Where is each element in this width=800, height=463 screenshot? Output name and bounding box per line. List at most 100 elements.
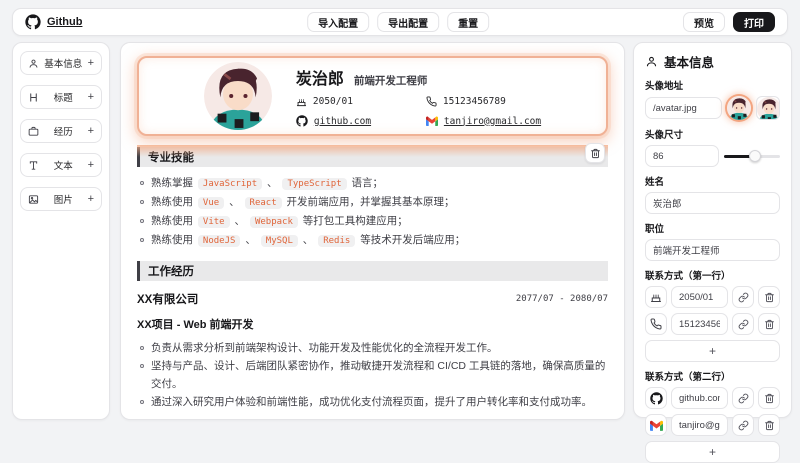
bullet-dot bbox=[140, 200, 144, 204]
brand[interactable]: Github bbox=[25, 14, 82, 30]
gmail-icon bbox=[650, 420, 663, 431]
contact-icon-picker[interactable] bbox=[645, 387, 667, 409]
avatar-size-slider[interactable] bbox=[724, 150, 780, 162]
export-config-button[interactable]: 导出配置 bbox=[377, 12, 440, 32]
contact-icon-picker[interactable] bbox=[645, 286, 667, 308]
contact-birthday: 2050/01 bbox=[296, 96, 426, 107]
contact-email[interactable]: tanjiro@gmail.com bbox=[426, 115, 541, 127]
add-contact-button-row2[interactable]: + bbox=[645, 441, 780, 463]
top-toolbar: Github 导入配置 导出配置 重置 预览 打印 bbox=[12, 8, 788, 36]
avatar-option[interactable] bbox=[756, 96, 780, 120]
brand-link[interactable]: Github bbox=[47, 16, 82, 28]
reset-button[interactable]: 重置 bbox=[447, 12, 490, 32]
skill-text: 等技术开发后端应用； bbox=[357, 234, 466, 246]
skill-text: 熟练使用 bbox=[151, 234, 196, 246]
slider-thumb[interactable] bbox=[748, 150, 761, 162]
skill-code-tag: JavaScript bbox=[197, 178, 263, 190]
trash-icon bbox=[764, 319, 775, 330]
contact-link-button[interactable] bbox=[732, 286, 754, 308]
experience-icon bbox=[28, 126, 39, 137]
bullet-dot bbox=[140, 364, 144, 368]
work-bullet: 通过深入研究用户体验和前端性能，成功优化支付流程页面，提升了用户转化率和支付成功… bbox=[140, 393, 608, 411]
link-icon bbox=[738, 420, 749, 431]
contact-github[interactable]: github.com bbox=[296, 115, 426, 127]
skill-text: 熟练使用 bbox=[151, 215, 196, 227]
contact-delete-button[interactable] bbox=[758, 387, 780, 409]
preview-button[interactable]: 预览 bbox=[683, 12, 725, 32]
add-module-icon: + bbox=[87, 125, 94, 137]
contact-value-input[interactable] bbox=[671, 313, 728, 335]
contact-value-input[interactable] bbox=[671, 414, 728, 436]
heading-icon bbox=[28, 92, 39, 103]
sidebar-item-label: 图片 bbox=[53, 195, 73, 206]
add-module-icon: + bbox=[87, 193, 94, 205]
add-module-icon: + bbox=[87, 91, 94, 103]
link-icon bbox=[738, 292, 749, 303]
avatar-url-input[interactable] bbox=[645, 97, 722, 119]
skill-text: 熟练掌握 bbox=[151, 177, 196, 189]
add-module-icon: + bbox=[87, 57, 94, 69]
skill-text: 、 bbox=[226, 196, 243, 208]
skill-text: 熟练使用 bbox=[151, 196, 196, 208]
contact-edit-row bbox=[645, 387, 780, 409]
trash-icon bbox=[764, 420, 775, 431]
bullet-dot bbox=[140, 219, 144, 223]
sidebar-item-label: 文本 bbox=[53, 161, 73, 172]
title-input[interactable] bbox=[645, 239, 780, 261]
company-name: XX有限公司 bbox=[137, 294, 199, 306]
skill-text: 、 bbox=[264, 177, 281, 189]
link-icon bbox=[738, 319, 749, 330]
skill-code-tag: TypeScript bbox=[282, 178, 347, 190]
title-label: 职位 bbox=[645, 224, 665, 235]
contact-row2-label: 联系方式（第二行） bbox=[645, 372, 731, 383]
link-icon bbox=[738, 393, 749, 404]
sidebar-item-basic-info[interactable]: 基本信息 + bbox=[20, 51, 102, 75]
sidebar-item-label: 基本信息 bbox=[44, 59, 83, 70]
resume-name: 炭治郎 bbox=[295, 71, 344, 88]
trash-icon bbox=[764, 393, 775, 404]
skill-code-tag: Webpack bbox=[249, 216, 298, 228]
text-icon bbox=[28, 160, 39, 171]
contact-delete-button[interactable] bbox=[758, 286, 780, 308]
avatar-size-input[interactable] bbox=[645, 145, 719, 167]
add-contact-button-row1[interactable]: + bbox=[645, 340, 780, 362]
module-sidebar: 基本信息 + 标题 + 经历 + 文本 + 图片 + bbox=[12, 42, 110, 420]
github-icon bbox=[650, 392, 663, 405]
contact-icon-picker[interactable] bbox=[645, 313, 667, 335]
skill-text: 、 bbox=[231, 215, 248, 227]
basic-info-edit-panel: 基本信息 头像地址 头像尺寸 姓名 职位 联系方式（第一行） bbox=[633, 42, 792, 463]
sidebar-item-experience[interactable]: 经历 + bbox=[20, 119, 102, 143]
resume-header-info: 炭治郎 前端开发工程师 2050/01 15123456789 github.c… bbox=[296, 65, 541, 127]
section-header-skills[interactable]: 专业技能 bbox=[137, 143, 608, 167]
output-actions: 预览 打印 bbox=[683, 12, 775, 32]
contact-delete-button[interactable] bbox=[758, 313, 780, 335]
contact-link-button[interactable] bbox=[732, 414, 754, 436]
print-button[interactable]: 打印 bbox=[733, 12, 775, 32]
image-icon bbox=[28, 194, 39, 205]
trash-icon bbox=[590, 148, 601, 159]
sidebar-item-text[interactable]: 文本 + bbox=[20, 153, 102, 177]
contact-value-input[interactable] bbox=[671, 387, 728, 409]
work-period: 2077/07 - 2080/07 bbox=[515, 294, 608, 304]
add-module-icon: + bbox=[87, 159, 94, 171]
name-input[interactable] bbox=[645, 192, 780, 214]
resume-paper: 炭治郎 前端开发工程师 2050/01 15123456789 github.c… bbox=[121, 43, 624, 419]
skill-code-tag: NodeJS bbox=[197, 235, 241, 247]
import-config-button[interactable]: 导入配置 bbox=[307, 12, 370, 32]
contact-icon-picker[interactable] bbox=[645, 414, 667, 436]
contact-link-button[interactable] bbox=[732, 387, 754, 409]
skill-text: 开发前端应用，并掌握其基本原理； bbox=[283, 196, 455, 208]
delete-section-button[interactable] bbox=[585, 143, 605, 163]
contact-edit-row bbox=[645, 313, 780, 335]
contact-link-button[interactable] bbox=[732, 313, 754, 335]
sidebar-item-heading[interactable]: 标题 + bbox=[20, 85, 102, 109]
phone-icon bbox=[426, 96, 437, 107]
contact-value-input[interactable] bbox=[671, 286, 728, 308]
section-header-work[interactable]: 工作经历 bbox=[137, 261, 608, 281]
sidebar-item-image[interactable]: 图片 + bbox=[20, 187, 102, 211]
avatar-option-selected[interactable] bbox=[727, 96, 751, 120]
sidebar-item-label: 经历 bbox=[53, 127, 73, 138]
skill-text: 、 bbox=[242, 234, 259, 246]
contact-delete-button[interactable] bbox=[758, 414, 780, 436]
resume-basic-info-block[interactable]: 炭治郎 前端开发工程师 2050/01 15123456789 github.c… bbox=[137, 56, 608, 136]
